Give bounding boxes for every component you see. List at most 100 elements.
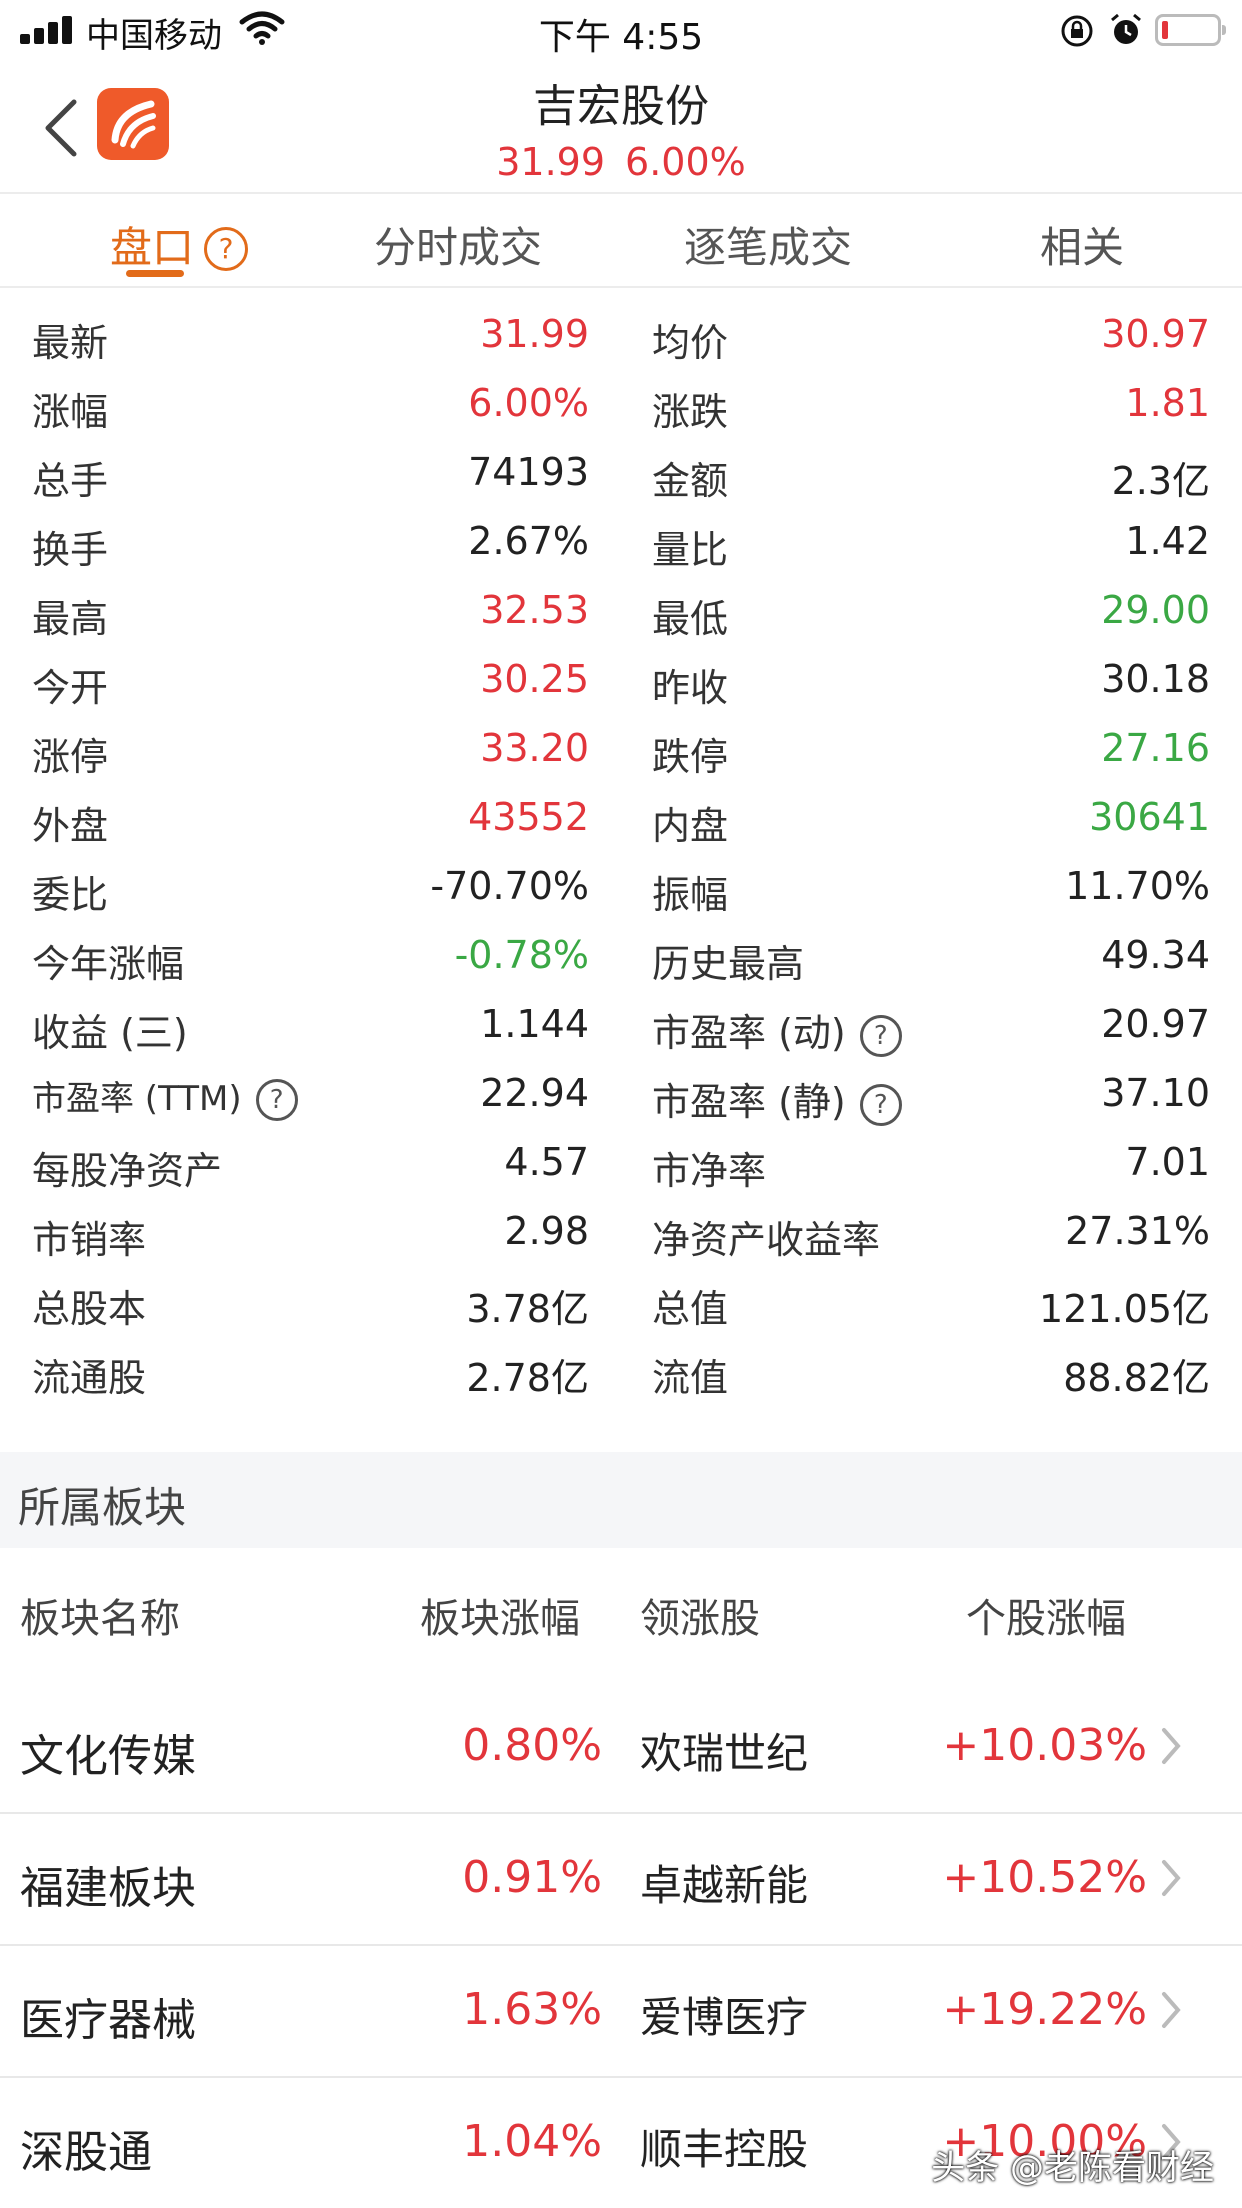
stat-value: 2.98 <box>504 1209 589 1253</box>
stat-label: 涨跌 <box>652 390 729 434</box>
stat-value: 27.31% <box>1065 1209 1210 1253</box>
stat-row: 外盘 43552 内盘 30641 <box>0 783 1242 852</box>
stat-label: 最高 <box>32 597 109 641</box>
stat-value: 37.10 <box>1101 1071 1210 1115</box>
stat-label: 振幅 <box>652 873 729 917</box>
stat-value: 88.82亿 <box>1063 1356 1210 1400</box>
tab-related[interactable]: 相关 <box>1040 214 1124 275</box>
sector-row[interactable]: 福建板块 0.91% 卓越新能 +10.52% <box>0 1812 1242 1946</box>
stat-value: -0.78% <box>454 933 589 977</box>
stat-value: 1.42 <box>1125 519 1210 563</box>
stat-row: 市盈率 (TTM)? 22.94 市盈率 (静)? 37.10 <box>0 1059 1242 1128</box>
stat-label: 外盘 <box>32 804 109 848</box>
stat-value: 1.144 <box>480 1002 589 1046</box>
sector-name: 医疗器械 <box>20 1995 196 2046</box>
stat-row: 换手 2.67% 量比 1.42 <box>0 507 1242 576</box>
stock-price-line: 31.99 6.00% <box>0 140 1242 184</box>
leader-pct: +10.52% <box>942 1852 1147 1903</box>
stat-label: 市盈率 (TTM) <box>32 1079 242 1119</box>
sector-row[interactable]: 医疗器械 1.63% 爱博医疗 +19.22% <box>0 1944 1242 2078</box>
stat-value: 30.25 <box>480 657 589 701</box>
stat-row: 今年涨幅 -0.78% 历史最高 49.34 <box>0 921 1242 990</box>
stat-value: 20.97 <box>1101 1002 1210 1046</box>
sector-pct: 0.91% <box>462 1852 602 1903</box>
stat-label: 市销率 <box>32 1218 147 1262</box>
leader-stock: 欢瑞世纪 <box>640 1729 809 1778</box>
stat-row: 市销率 2.98 净资产收益率 27.31% <box>0 1197 1242 1266</box>
stat-value: 30.97 <box>1101 312 1210 356</box>
leader-stock: 卓越新能 <box>640 1861 809 1910</box>
stat-row: 最高 32.53 最低 29.00 <box>0 576 1242 645</box>
sector-pct: 1.04% <box>462 2116 602 2167</box>
stat-label: 收益 (三) <box>32 1011 188 1055</box>
watermark: 头条 @老陈看财经 <box>931 2148 1214 2188</box>
stat-value: 2.67% <box>468 519 589 563</box>
stat-label: 昨收 <box>652 666 729 710</box>
stat-label: 市盈率 (动) <box>652 1011 846 1055</box>
battery-icon <box>1155 14 1226 46</box>
stat-value: 30641 <box>1089 795 1210 839</box>
stat-row: 总手 74193 金额 2.3亿 <box>0 438 1242 507</box>
tab-time-trades[interactable]: 分时成交 <box>374 214 542 275</box>
stat-label: 均价 <box>652 321 729 365</box>
stock-change-pct: 6.00% <box>625 140 746 184</box>
sector-pct: 0.80% <box>462 1720 602 1771</box>
leader-pct: +19.22% <box>942 1984 1147 2035</box>
stat-label: 市盈率 (静) <box>652 1080 846 1124</box>
tab-label: 盘口 <box>110 223 195 272</box>
stat-label-with-help: 市盈率 (TTM)? <box>32 1071 298 1121</box>
stat-value: 22.94 <box>480 1071 589 1115</box>
stat-value: 4.57 <box>504 1140 589 1184</box>
stat-value: 2.78亿 <box>466 1356 589 1400</box>
stat-label-with-help: 市盈率 (动)? <box>652 1002 902 1057</box>
stat-value: 121.05亿 <box>1039 1287 1210 1331</box>
sector-pct: 1.63% <box>462 1984 602 2035</box>
stat-label: 最新 <box>32 321 109 365</box>
stat-label: 今开 <box>32 666 109 710</box>
stock-header: 吉宏股份 31.99 6.00% <box>0 60 1242 194</box>
stat-label: 涨幅 <box>32 390 109 434</box>
stat-value: 1.81 <box>1125 381 1210 425</box>
stat-row: 委比 -70.70% 振幅 11.70% <box>0 852 1242 921</box>
stat-label: 总手 <box>32 459 109 503</box>
sector-name: 深股通 <box>20 2127 152 2178</box>
stat-value: 32.53 <box>480 588 589 632</box>
help-circle-icon[interactable]: ? <box>255 1079 298 1121</box>
stat-value: 7.01 <box>1125 1140 1210 1184</box>
help-circle-icon[interactable]: ? <box>859 1084 902 1126</box>
stat-label: 总股本 <box>32 1287 147 1331</box>
stat-value: 2.3亿 <box>1111 459 1210 503</box>
tab-tick-trades[interactable]: 逐笔成交 <box>684 214 852 275</box>
stat-label: 总值 <box>652 1287 729 1331</box>
stat-row: 今开 30.25 昨收 30.18 <box>0 645 1242 714</box>
stat-label: 每股净资产 <box>32 1149 223 1193</box>
stat-label: 流通股 <box>32 1356 147 1400</box>
stat-value: 49.34 <box>1101 933 1210 977</box>
stat-label: 内盘 <box>652 804 729 848</box>
stat-value: 74193 <box>468 450 589 494</box>
stat-row: 流通股 2.78亿 流值 88.82亿 <box>0 1335 1242 1404</box>
col-header-leader-pct: 个股涨幅 <box>966 1596 1126 1642</box>
chevron-right-icon <box>1162 1860 1181 1896</box>
help-circle-icon[interactable]: ? <box>204 227 249 271</box>
stat-label: 净资产收益率 <box>652 1218 881 1262</box>
section-title: 所属板块 <box>18 1483 187 1532</box>
stat-value: 3.78亿 <box>466 1287 589 1331</box>
stat-value: 6.00% <box>468 381 589 425</box>
help-circle-icon[interactable]: ? <box>859 1015 902 1057</box>
stat-label: 市净率 <box>652 1149 767 1193</box>
stat-row: 涨停 33.20 跌停 27.16 <box>0 714 1242 783</box>
tab-order-book[interactable]: 盘口? <box>110 214 249 275</box>
stat-value: 33.20 <box>480 726 589 770</box>
status-bar: 中国移动 下午 4:55 <box>0 0 1242 60</box>
stat-label: 流值 <box>652 1356 729 1400</box>
stat-value: -70.70% <box>430 864 589 908</box>
stat-label: 换手 <box>32 528 109 572</box>
stat-label-with-help: 市盈率 (静)? <box>652 1071 902 1126</box>
stat-label: 今年涨幅 <box>32 942 185 986</box>
sector-row[interactable]: 文化传媒 0.80% 欢瑞世纪 +10.03% <box>0 1680 1242 1814</box>
stat-value: 31.99 <box>480 312 589 356</box>
alarm-icon <box>1111 13 1141 44</box>
stock-price: 31.99 <box>496 140 606 184</box>
sector-name: 福建板块 <box>20 1863 196 1914</box>
